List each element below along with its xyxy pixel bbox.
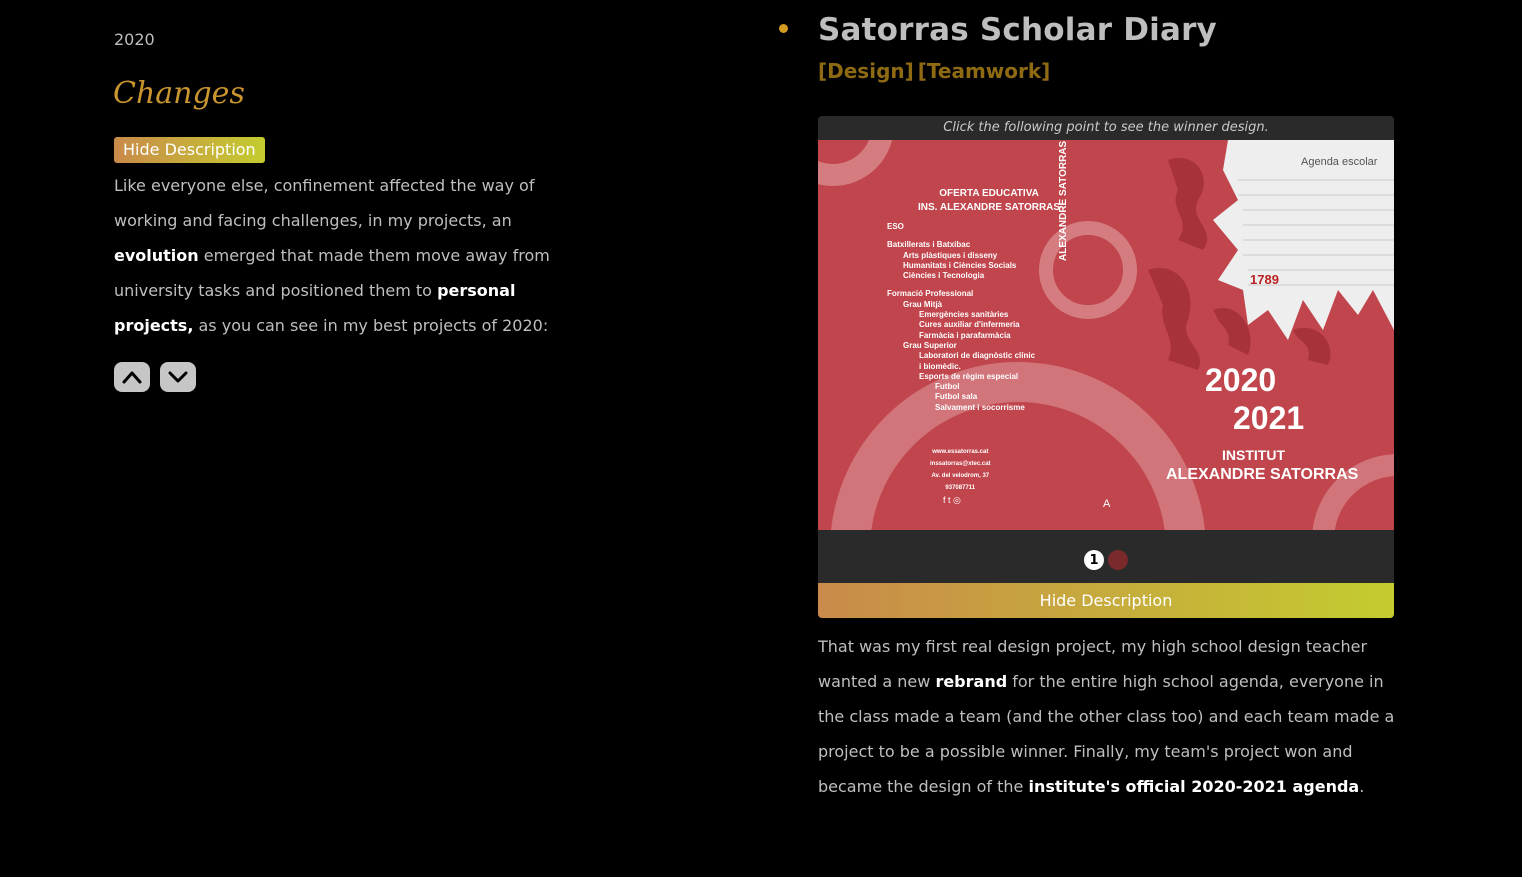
section-description: Like everyone else, confinement affected… [114, 176, 550, 335]
gallery-caption: Click the following point to see the win… [943, 120, 1269, 135]
cover-year-2021: 2021 [1233, 400, 1305, 436]
social-icons: f t ◎ [943, 495, 961, 505]
cover-program-list: ESO Batxillerats i Batxibac Arts plàstiq… [887, 222, 1036, 412]
project-gallery: Click the following point to see the win… [818, 116, 1394, 618]
scroll-down-button[interactable] [160, 362, 196, 392]
tag-design: [Design] [818, 59, 914, 83]
timeline-bullet [779, 24, 788, 33]
hide-description-button[interactable]: Hide Description [114, 137, 265, 163]
cover-contact: www.essatorras.cat inssatorras@xtec.cat … [930, 449, 991, 491]
cover-school-name: ALEXANDRE SATORRAS [1166, 466, 1359, 483]
cover-top-right-text: Agenda escolar [1301, 156, 1378, 168]
gallery-hide-description-button[interactable]: Hide Description [818, 583, 1394, 618]
cover-letter-a: A [1103, 498, 1111, 510]
project-description: That was my first real design project, m… [818, 637, 1395, 796]
cover-institut: INSTITUT [1222, 447, 1285, 463]
project-tags: [Design] [Teamwork] [818, 59, 1054, 83]
year-label: 2020 [114, 30, 155, 49]
tag-teamwork: [Teamwork] [917, 59, 1051, 83]
gallery-dot-2[interactable] [1108, 550, 1128, 570]
scroll-up-button[interactable] [114, 362, 150, 392]
cover-heading: OFERTA EDUCATIVA INS. ALEXANDRE SATORRAS [918, 188, 1061, 213]
project-title: Satorras Scholar Diary [818, 12, 1217, 48]
section-title: Changes [113, 76, 245, 111]
cover-spine: ALEXANDRE SATORRAS [1058, 140, 1069, 261]
agenda-cover-image: Agenda escolar 1789 OFERTA EDUCATIVA INS.… [818, 140, 1394, 530]
gallery-dot-1[interactable]: 1 [1084, 550, 1104, 570]
cover-founded: 1789 [1250, 272, 1279, 287]
chevron-down-icon [168, 371, 188, 383]
cover-year-2020: 2020 [1205, 362, 1277, 398]
chevron-up-icon [122, 371, 142, 384]
gallery-pagination: 1 [818, 550, 1394, 570]
